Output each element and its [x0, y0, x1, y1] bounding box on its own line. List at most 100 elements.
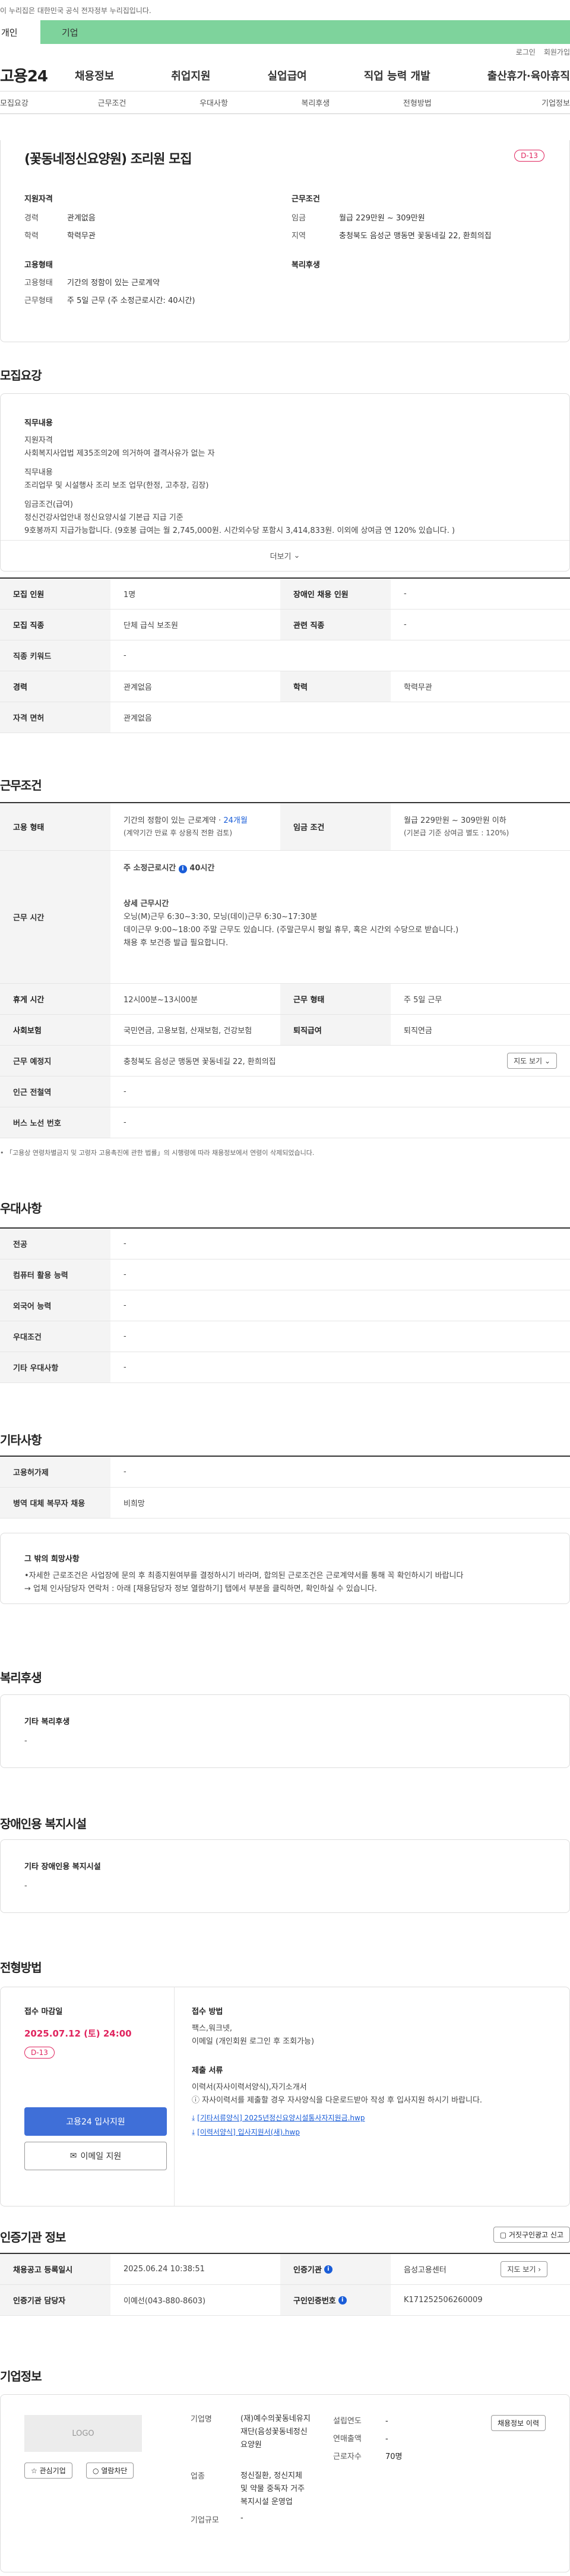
wage-text: 월급 229만원 ~ 309만원 이하: [404, 816, 506, 825]
duty-line: 직무내용: [24, 468, 53, 477]
company-title: 기업정보: [0, 2369, 42, 2384]
util-links: 로그인 회원가입: [0, 44, 570, 59]
site-logo[interactable]: 고용24: [0, 64, 71, 86]
staff-key: 근로자수: [333, 2452, 362, 2461]
mail-icon: ✉: [69, 2151, 77, 2161]
info-icon[interactable]: i: [338, 2296, 347, 2304]
gnb-parental-leave[interactable]: 출산휴가·육아휴직: [487, 68, 570, 83]
signup-link[interactable]: 회원가입: [544, 47, 570, 57]
report-fake-ad-button[interactable]: ▢ 거짓구인광고 신고: [493, 2227, 570, 2243]
table-head: 장애인 채용 인원: [280, 579, 391, 609]
email-apply-label: 이메일 지원: [80, 2152, 122, 2161]
cond-block: 근무조건 임금 월급 229만원 ~ 309만원 지역 충청북도 음성군 맹동면 꽃…: [292, 192, 492, 274]
table-head: 기타 우대사항: [0, 1352, 110, 1382]
table-head: 전공: [0, 1229, 110, 1259]
job-history-button[interactable]: 채용정보 이력: [490, 2415, 546, 2431]
found-value: -: [385, 2417, 388, 2426]
emp-months: 24개월: [223, 816, 248, 825]
apply-button-label: 고용24 입사지원: [66, 2117, 125, 2127]
table-row: 고용허가제 -: [0, 1457, 570, 1488]
apply-button[interactable]: 고용24 입사지원: [24, 2107, 167, 2136]
dday-badge: D-13: [24, 2047, 55, 2059]
table-row: 근무 예정지 충청북도 음성군 맹동면 꽃동네길 22, 환희의집 지도 보기 …: [0, 1046, 570, 1077]
table-row: 경력 관계없음 학력 학력무관: [0, 671, 570, 702]
table-head: 경력: [0, 671, 110, 702]
table-cell: 관계없음: [124, 683, 152, 692]
anchor-company[interactable]: 기업정보: [468, 97, 570, 108]
chevron-down-icon: ⌄: [544, 1057, 550, 1065]
table-cell: 비희망: [124, 1499, 145, 1508]
email-apply-button[interactable]: ✉ 이메일 지원: [24, 2142, 167, 2170]
login-link[interactable]: 로그인: [516, 47, 536, 57]
wage-note: (기본급 기준 상여금 별도 : 120%): [404, 828, 509, 837]
recruit-title: 모집요강: [0, 368, 42, 383]
age-note: • 「고용상 연령차별금지 및 고령자 고용촉진에 관한 법률」의 시행령에 따…: [0, 1149, 315, 1157]
info-icon[interactable]: i: [178, 865, 187, 873]
circle-icon: ○: [93, 2467, 99, 2475]
table-cell: -: [124, 651, 126, 660]
anchor-pref[interactable]: 우대사항: [163, 97, 264, 108]
method-heading: 접수 방법: [192, 2007, 223, 2016]
sales-key: 연매출액: [333, 2435, 362, 2444]
cert-map-button[interactable]: 지도 보기 ›: [501, 2261, 547, 2277]
found-key: 설립연도: [333, 2417, 362, 2426]
other-wishes-line: → 업체 인사담당자 연락처 : 아래 [채용담당자 정보 열람하기] 탭에서 …: [24, 1584, 377, 1593]
duty-line: 사회복지사업법 제35조의2에 의거하여 결격사유가 없는 자: [24, 449, 215, 458]
gnb-vocational-training[interactable]: 직업 능력 개발: [364, 68, 430, 83]
emp-key: 고용형태: [24, 279, 53, 288]
file-link[interactable]: ⤓ [이력서양식] 입사지원서(새).hwp: [192, 2125, 548, 2139]
table-cell: 단체 급식 보조원: [124, 621, 178, 630]
screen-card: 접수 마감일 2025.07.12 (토) 24:00 D-13 고용24 입사…: [0, 1987, 570, 2206]
cert-map-label: 지도 보기: [507, 2265, 536, 2274]
gnb-employment-support[interactable]: 취업지원: [171, 68, 210, 83]
cert-agency-label: 인증기관: [293, 2266, 322, 2275]
table-head: 컴퓨터 활용 능력: [0, 1259, 110, 1290]
more-label: 더보기: [270, 553, 292, 561]
gov-notice: 이 누리집은 대한민국 공식 전자정부 누리집입니다.: [0, 0, 570, 20]
anchor-recruit[interactable]: 모집요강: [0, 97, 61, 108]
global-nav: 고용24 채용정보 취업지원 실업급여 직업 능력 개발 출산휴가·육아휴직: [0, 59, 570, 91]
tab-company[interactable]: 기업: [40, 20, 570, 44]
duty-line: 9호봉까지 지급가능합니다. (9호봉 급여는 월 2,745,000원. 시간…: [24, 526, 455, 535]
anchor-welfare[interactable]: 복리후생: [265, 97, 366, 108]
table-row: 인증기관 담당자 이예선(043-880-8603) 구인인증번호 i K1712…: [0, 2285, 570, 2316]
table-head: 모집 직종: [0, 610, 110, 640]
emp-text: 기간의 정함이 있는 근로계약 ·: [124, 816, 221, 825]
download-icon: ⤓: [192, 2114, 195, 2122]
table-cell: 주 5일 근무: [404, 996, 442, 1005]
anchor-screen[interactable]: 전형방법: [366, 97, 468, 108]
divider: [174, 1987, 175, 2206]
file-link[interactable]: ⤓ [기타서류양식] 2025년정신요양시설통사자지원금.hwp: [192, 2111, 548, 2125]
method-block: 접수 방법 팩스,워크넷, 이메일 (개인회원 로그인 후 조회가능) 제출 서…: [192, 2005, 548, 2139]
table-cell: 주 소정근로시간 i 40시간 상세 근무시간 오닝(M)근무 6:30~3:3…: [110, 851, 570, 983]
anchor-workcond[interactable]: 근무조건: [61, 97, 163, 108]
table-head: 근무 형태: [280, 984, 391, 1014]
block-view-label: 열람차단: [101, 2467, 128, 2475]
file-link-label: [기타서류양식] 2025년정신요양시설통사자지원금.hwp: [197, 2114, 365, 2122]
block-view-button[interactable]: ○ 열람차단: [86, 2463, 134, 2479]
table-head: 근무 예정지: [0, 1046, 110, 1076]
welfare-title: 복리후생: [0, 1671, 42, 1685]
exp-value: 관계없음: [67, 214, 96, 223]
info-icon[interactable]: i: [324, 2265, 332, 2274]
table-cell: 월급 229만원 ~ 309만원 이하 (기본급 기준 상여금 별도 : 120…: [391, 803, 560, 850]
more-button[interactable]: 더보기 ⌄: [1, 540, 569, 571]
favorite-company-button[interactable]: ☆ 관심기업: [24, 2463, 72, 2479]
table-head: 휴게 시간: [0, 984, 110, 1014]
map-button[interactable]: 지도 보기 ⌄: [507, 1053, 557, 1069]
qual-block: 지원자격 경력 관계없음 학력 학력무관 고용형태 고용형태 기간의 정함이 있는 근…: [24, 192, 195, 310]
table-cell: 퇴직연금: [404, 1027, 432, 1036]
table-cell: -: [124, 1087, 126, 1096]
gnb-jobs[interactable]: 채용정보: [75, 68, 114, 83]
table-row: 휴게 시간 12시00분~13시00분 근무 형태 주 5일 근무: [0, 984, 570, 1015]
deadline-block: 접수 마감일 2025.07.12 (토) 24:00 D-13 고용24 입사…: [24, 2005, 167, 2170]
tab-personal[interactable]: 개인: [0, 20, 40, 44]
docs-value: 이력서(자사이력서양식),자기소개서: [192, 2083, 307, 2092]
table-head: 인증기관 i: [280, 2254, 391, 2284]
table-row: 외국어 능력 -: [0, 1290, 570, 1321]
table-cell: -: [124, 1467, 126, 1476]
table-cell: -: [124, 1332, 126, 1341]
worktype-value: 주 5일 근무 (주 소정근로시간: 40시간): [67, 296, 195, 305]
screen-title: 전형방법: [0, 1961, 42, 1975]
gnb-unemployment-benefit[interactable]: 실업급여: [268, 68, 307, 83]
